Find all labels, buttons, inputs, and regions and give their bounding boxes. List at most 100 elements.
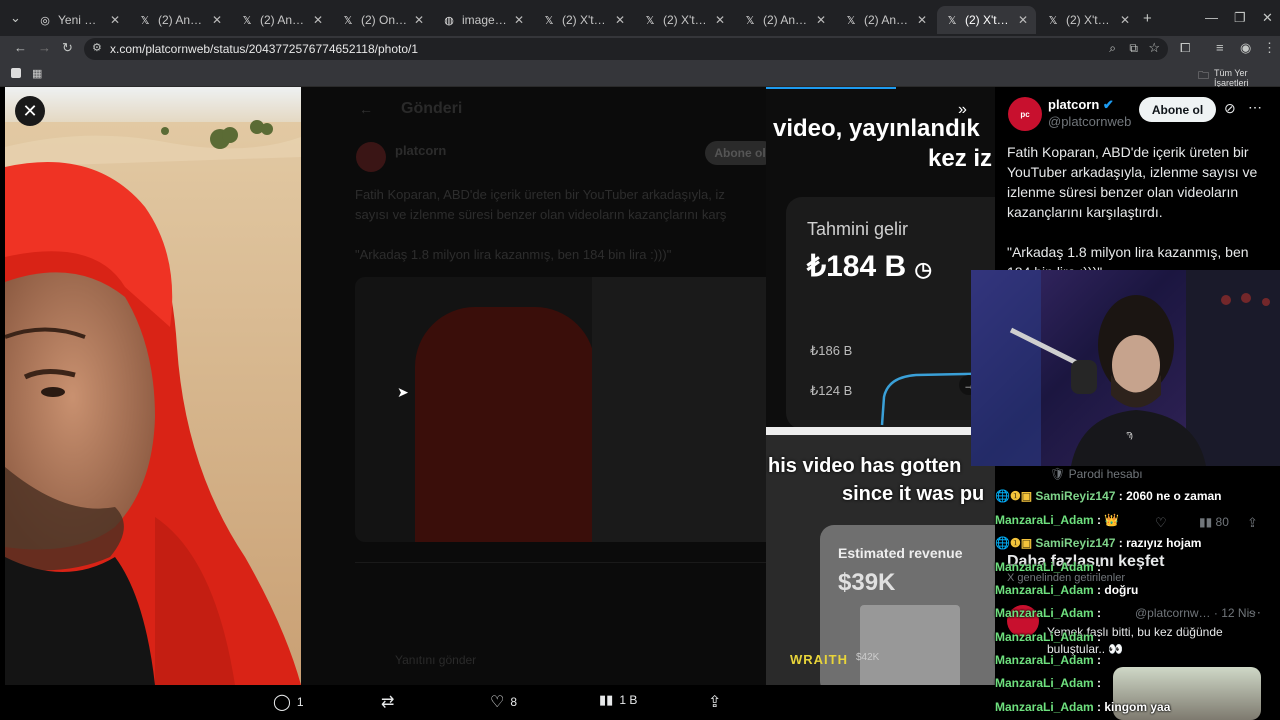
share-action[interactable]: ⇪ [708, 692, 721, 712]
chat-username: ManzaraLi_Adam [995, 676, 1094, 690]
chat-text: : 👑 [1097, 513, 1120, 527]
slide-divider [766, 427, 995, 435]
tab-search-chevron-icon[interactable]: ⌄ [10, 10, 21, 26]
dim-text-line2: sayısı ve izlenme süresi benzer olan vid… [355, 207, 727, 222]
author-name-text: platcorn [1048, 97, 1100, 112]
install-app-icon[interactable]: ⧉ [1129, 41, 1138, 56]
apps-grid-icon[interactable]: ▦ [32, 67, 42, 80]
dim-divider [355, 562, 766, 563]
tab-1[interactable]: 𝕏 (2) Anasayfa / X ✕ [130, 6, 230, 34]
rec-handle: @platcornw… [1135, 606, 1211, 620]
tab-close-icon[interactable]: ✕ [1018, 13, 1028, 27]
tab-title: (2) X'te Marvel [1066, 13, 1114, 27]
more-options-icon[interactable]: ⋯ [1248, 99, 1262, 116]
browser-toolbar: ← → ↻ ⚙ x.com/platcornweb/status/2043772… [0, 36, 1280, 62]
chat-username: ManzaraLi_Adam [995, 583, 1094, 597]
slide-headline-2: kez iz [928, 145, 993, 172]
clock-icon: ◷ [914, 259, 932, 281]
views-count-bar: 1 B [619, 693, 638, 707]
tab-3[interactable]: 𝕏 (2) OnlyDrama ✕ [333, 6, 432, 34]
chat-username: SamiReyiz147 [1035, 536, 1116, 550]
tab-8[interactable]: 𝕏 (2) Anasayfa / X ✕ [836, 6, 935, 34]
rec-more-icon[interactable]: ⋯ [1248, 605, 1261, 621]
dim-scarf-shape [415, 307, 595, 542]
chat-username: ManzaraLi_Adam [995, 653, 1094, 667]
media-control-icon[interactable]: ≡ [1216, 40, 1224, 55]
views-stat[interactable]: ▮▮ 80 [1199, 515, 1229, 529]
like-icon[interactable]: ♡ [1155, 515, 1167, 531]
webcam-scene: Ϡ [971, 270, 1280, 466]
share-icon[interactable]: ⇪ [1247, 515, 1258, 531]
tab-close-icon[interactable]: ✕ [816, 13, 826, 27]
new-tab-button[interactable]: + [1143, 10, 1152, 27]
tab-close-icon[interactable]: ✕ [110, 13, 120, 27]
bookmark-page-icon[interactable] [11, 68, 21, 78]
x-logo-icon: 𝕏 [846, 14, 856, 27]
tab-9[interactable]: 𝕏 (2) X'te platco… ✕ [937, 6, 1036, 34]
chat-username: ManzaraLi_Adam [995, 700, 1094, 714]
bookmark-star-icon[interactable]: ☆ [1148, 40, 1160, 56]
extensions-icon[interactable]: ⧠ [1180, 40, 1190, 56]
parody-label-text: Parodi hesabı [1068, 467, 1143, 481]
all-bookmarks-link[interactable]: Tüm Yer İşaretleri [1214, 68, 1280, 88]
forward-icon[interactable]: → [38, 40, 51, 55]
tab-0[interactable]: ◎ Yeni Sekme ✕ [30, 6, 128, 34]
reload-icon[interactable]: ↻ [62, 40, 73, 56]
chat-text: : [1097, 653, 1102, 667]
views-action[interactable]: ▮▮ 1 B [599, 692, 637, 708]
address-bar[interactable]: ⚙ x.com/platcornweb/status/2043772576774… [84, 38, 1168, 60]
author-name[interactable]: platcorn ✔ [1048, 97, 1114, 113]
reply-action[interactable]: ◯ 1 [273, 692, 304, 712]
slide-en-headline-1: his video has gotten [768, 455, 962, 477]
grok-icon[interactable]: ⊘ [1224, 100, 1236, 117]
slide-en-headline-2: since it was pu [842, 483, 985, 505]
en-card-title: Estimated revenue [838, 545, 963, 561]
tab-5[interactable]: 𝕏 (2) X'te OnlyDr… ✕ [534, 6, 633, 34]
dimmed-post-background: ← Gönderi platcorn Abone ol Fatih Kopara… [301, 87, 766, 685]
author-handle[interactable]: @platcornweb [1048, 114, 1131, 129]
tab-close-icon[interactable]: ✕ [414, 13, 424, 27]
tab-close-icon[interactable]: ✕ [715, 13, 725, 27]
tab-close-icon[interactable]: ✕ [615, 13, 625, 27]
platcorn-avatar[interactable]: pc [1008, 97, 1042, 131]
close-photo-button[interactable]: ✕ [15, 96, 45, 126]
tab-title: image.png (12… [462, 13, 508, 27]
repost-action[interactable]: ⇄ [381, 692, 400, 712]
chat-text: : [1097, 606, 1102, 620]
tab-close-icon[interactable]: ✕ [212, 13, 222, 27]
chat-message: ManzaraLi_Adam : kingom yaa [995, 700, 1170, 714]
restore-icon[interactable]: ❐ [1234, 10, 1246, 26]
chat-badge-icon: 🌐❶▣ [995, 489, 1036, 503]
menu-kebab-icon[interactable]: ⋮ [1263, 40, 1276, 56]
streamer-webcam-overlay: Ϡ [971, 270, 1280, 466]
hide-panel-chevrons-icon[interactable]: » [958, 101, 967, 119]
mouse-cursor-icon: ➤ [397, 384, 409, 400]
back-icon[interactable]: ← [14, 40, 27, 55]
tab-2[interactable]: 𝕏 (2) Anasayfa / X ✕ [232, 6, 331, 34]
minimize-icon[interactable]: — [1205, 10, 1218, 25]
follow-button[interactable]: Abone ol [1139, 97, 1216, 122]
dim-media-preview [355, 277, 766, 542]
tab-6[interactable]: 𝕏 (2) X'te FearBu… ✕ [635, 6, 733, 34]
tab-4[interactable]: ◍ image.png (12… ✕ [434, 6, 532, 34]
window-close-icon[interactable]: ✕ [1262, 10, 1273, 26]
dim-avatar [356, 142, 386, 172]
chat-message: ManzaraLi_Adam : [995, 630, 1101, 644]
revenue-value-text: ₺184 B [807, 250, 907, 283]
tick-label-2: ₺124 B [810, 383, 853, 398]
profile-icon[interactable]: ◉ [1240, 40, 1251, 56]
zoom-icon[interactable]: ⌕ [1109, 41, 1116, 56]
tab-close-icon[interactable]: ✕ [1120, 13, 1130, 27]
streamer-watermark: WRAITH [790, 652, 848, 667]
like-action[interactable]: ♡ 8 [490, 692, 517, 712]
chat-text: : kingom yaa [1097, 700, 1171, 714]
tab-10[interactable]: 𝕏 (2) X'te Marvel ✕ [1038, 6, 1138, 34]
shirt-logo-text: Ϡ [1126, 431, 1133, 440]
share-upload-icon: ⇪ [708, 694, 722, 711]
chat-message: ManzaraLi_Adam : 👑 [995, 513, 1119, 527]
tab-close-icon[interactable]: ✕ [313, 13, 323, 27]
tab-close-icon[interactable]: ✕ [917, 13, 927, 27]
tab-close-icon[interactable]: ✕ [514, 13, 524, 27]
tab-7[interactable]: 𝕏 (2) Anasayfa / X ✕ [735, 6, 834, 34]
site-info-icon[interactable]: ⚙ [92, 41, 102, 54]
